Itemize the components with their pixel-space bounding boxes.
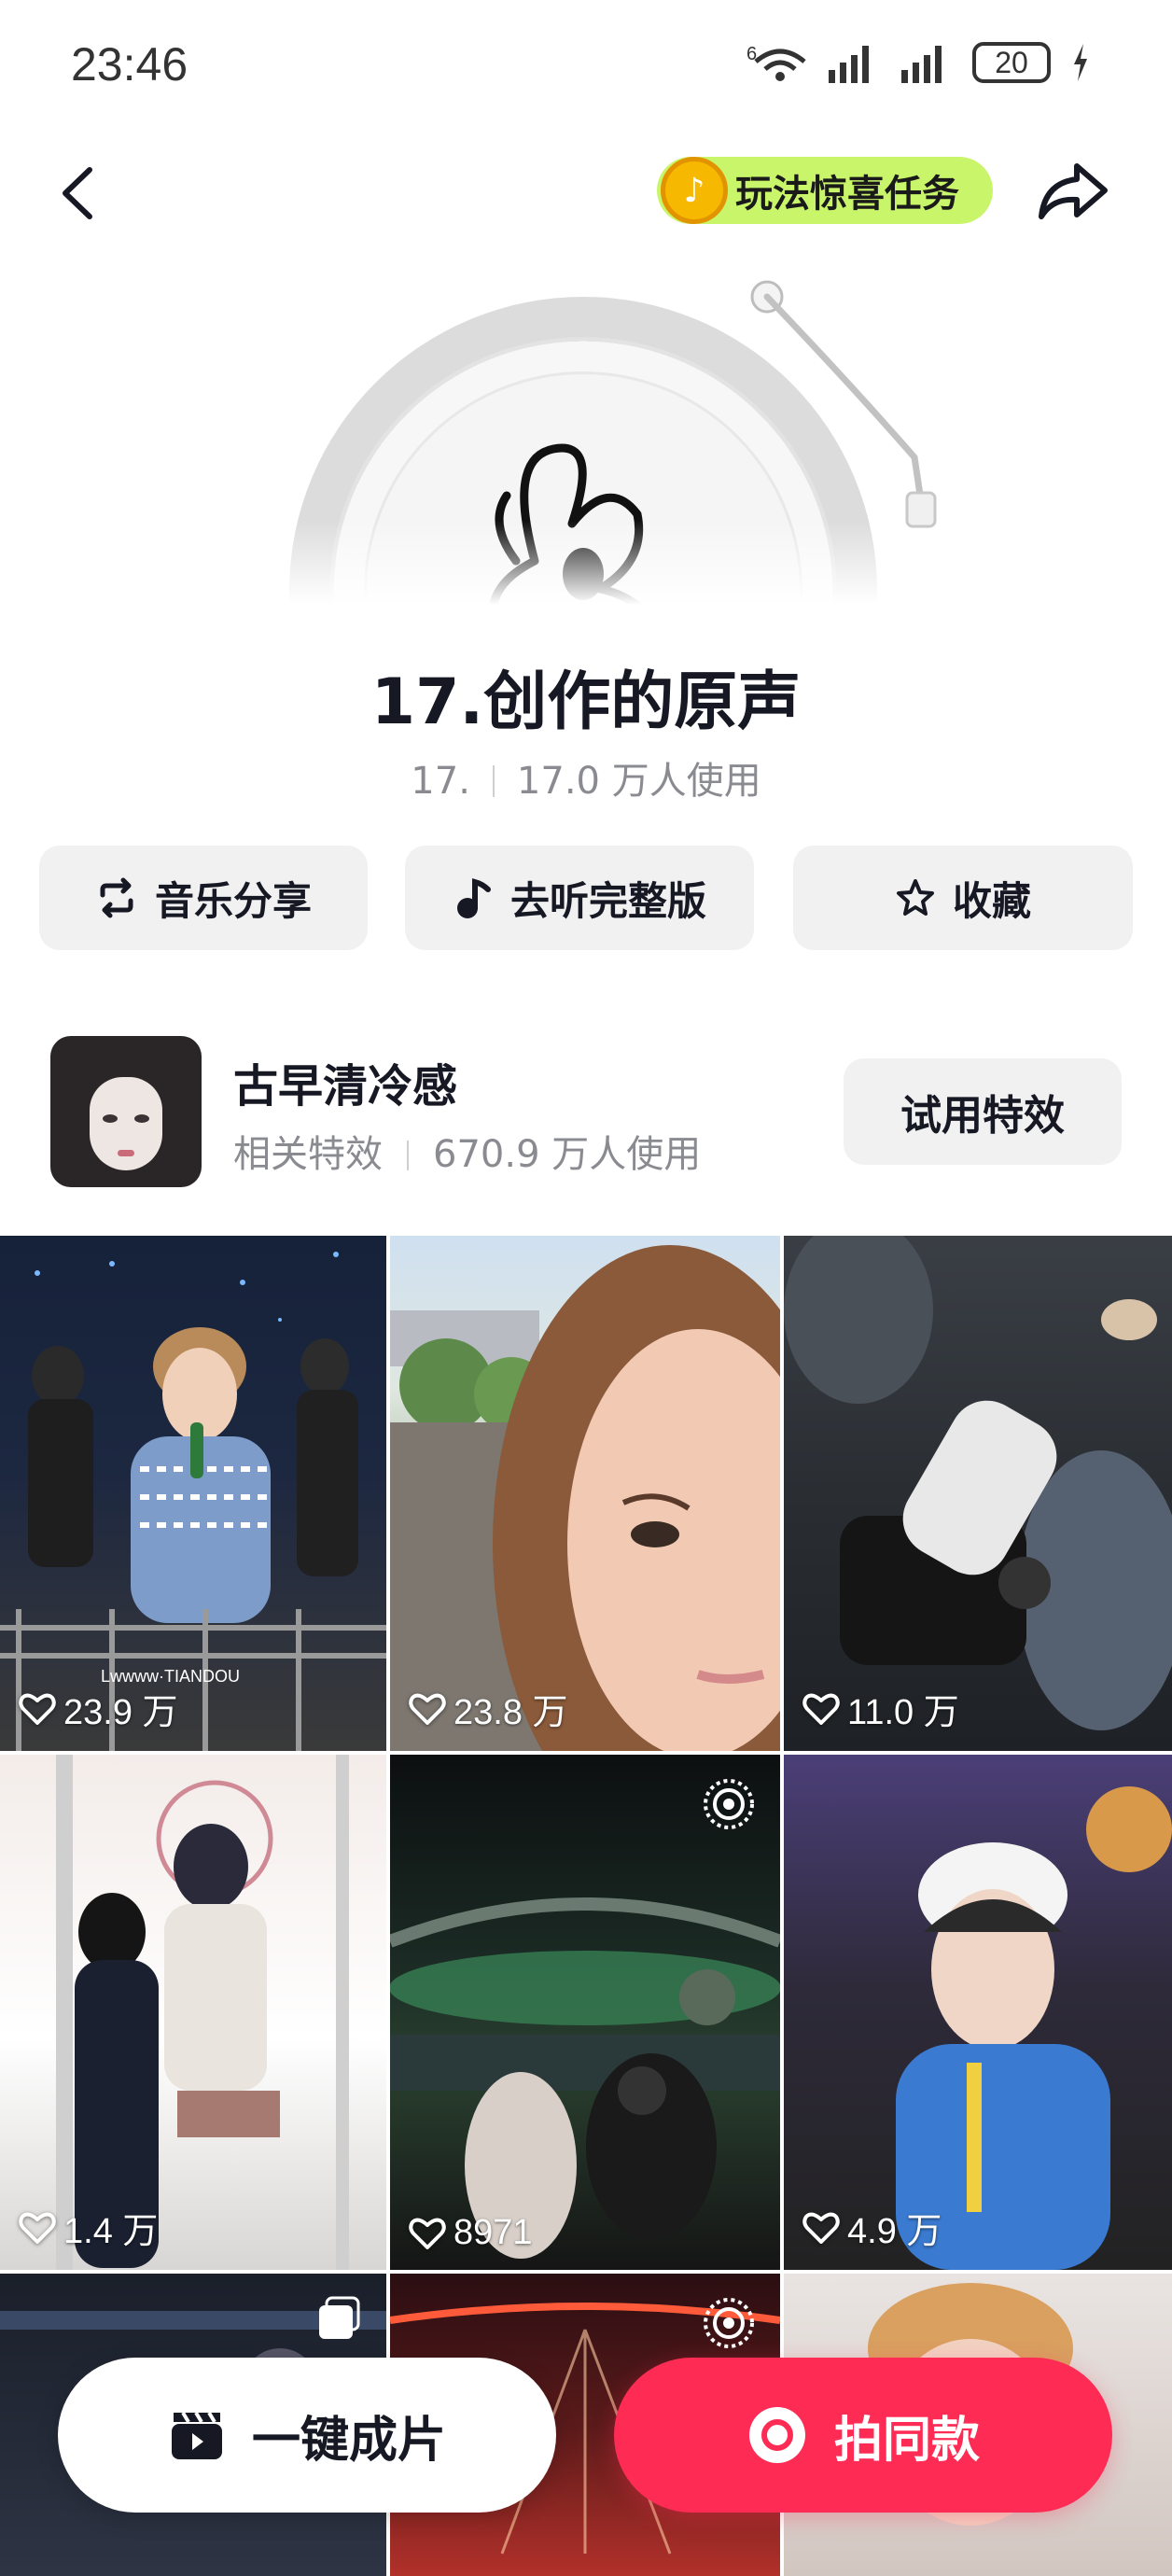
chevron-left-icon bbox=[63, 167, 92, 219]
status-icons: 6 20 bbox=[746, 41, 1090, 84]
heart-icon bbox=[802, 2212, 840, 2244]
signal-icon bbox=[829, 46, 869, 83]
video-thumbnail bbox=[896, 1786, 1172, 2270]
sound-meta: 17. 17.0 万人使用 bbox=[0, 750, 1172, 805]
shoot-same-button[interactable]: 拍同款 bbox=[614, 2358, 1112, 2513]
heart-icon bbox=[409, 1693, 446, 1725]
effect-name[interactable]: 古早清冷感 bbox=[233, 1049, 457, 1114]
battery-indicator: 20 bbox=[972, 42, 1051, 83]
like-count: 8971 bbox=[409, 2213, 533, 2253]
like-count: 4.9 万 bbox=[802, 2202, 942, 2253]
svg-text:6: 6 bbox=[746, 44, 757, 64]
sound-usage: 17.0 万人使用 bbox=[516, 760, 761, 803]
effect-usage: 670.9 万人使用 bbox=[433, 1133, 702, 1176]
music-share-label: 音乐分享 bbox=[154, 877, 312, 924]
listen-full-label: 去听完整版 bbox=[509, 877, 706, 924]
like-count: 23.8 万 bbox=[409, 1683, 568, 1734]
like-count: 23.9 万 bbox=[19, 1683, 178, 1734]
video-card[interactable]: Lwwww·TIANDOU 23.9 万 bbox=[0, 1236, 386, 1751]
charging-bolt-icon bbox=[1074, 44, 1087, 81]
heart-icon bbox=[19, 2212, 56, 2244]
live-photo-icon bbox=[704, 1779, 754, 1829]
video-thumbnail bbox=[390, 1245, 780, 1751]
video-card[interactable]: 1.4 万 bbox=[0, 1755, 386, 2270]
back-button[interactable] bbox=[49, 161, 114, 226]
music-share-button[interactable]: 音乐分享 bbox=[39, 846, 368, 950]
live-photo-icon bbox=[704, 2298, 754, 2348]
favorite-button[interactable]: 收藏 bbox=[793, 846, 1133, 950]
photo-album-icon bbox=[319, 2296, 360, 2339]
share-button[interactable] bbox=[1036, 159, 1110, 226]
camera-record-icon bbox=[748, 2407, 805, 2463]
repeat-share-icon bbox=[100, 877, 133, 918]
listen-full-button[interactable]: 去听完整版 bbox=[405, 846, 754, 950]
video-thumbnail bbox=[56, 1755, 349, 2270]
surprise-task-badge[interactable]: ♪ 玩法惊喜任务 bbox=[657, 157, 993, 224]
sound-title: 17.创作的原声 bbox=[370, 665, 802, 739]
video-thumbnail: Lwwww·TIANDOU bbox=[0, 1252, 386, 1751]
divider bbox=[492, 765, 495, 797]
video-thumbnail bbox=[784, 1236, 1172, 1730]
star-icon bbox=[896, 879, 934, 916]
heart-icon bbox=[802, 1693, 840, 1725]
favorite-label: 收藏 bbox=[952, 877, 1031, 924]
effect-thumbnail[interactable] bbox=[50, 1036, 202, 1187]
heart-icon bbox=[409, 2218, 446, 2249]
sound-author[interactable]: 17. bbox=[411, 760, 470, 803]
like-count: 1.4 万 bbox=[19, 2202, 158, 2253]
wifi-icon: 6 bbox=[746, 44, 806, 81]
effect-category: 相关特效 bbox=[233, 1133, 383, 1176]
tonearm-icon bbox=[750, 280, 937, 528]
video-card[interactable]: 11.0 万 bbox=[784, 1236, 1172, 1751]
video-card[interactable]: 8971 bbox=[390, 1755, 780, 2270]
music-note-icon bbox=[456, 878, 491, 918]
heart-icon bbox=[19, 1693, 56, 1725]
share-arrow-icon bbox=[1039, 163, 1108, 219]
video-card[interactable]: 23.8 万 bbox=[390, 1236, 780, 1751]
try-effect-button[interactable]: 试用特效 bbox=[844, 1058, 1122, 1165]
status-bar: 23:46 6 20 bbox=[0, 0, 1172, 131]
like-count: 11.0 万 bbox=[802, 1683, 959, 1734]
effect-meta: 相关特效 670.9 万人使用 bbox=[233, 1124, 701, 1178]
one-click-video-label: 一键成片 bbox=[251, 2412, 446, 2469]
clapperboard-icon bbox=[171, 2411, 222, 2459]
surprise-task-label: 玩法惊喜任务 bbox=[735, 173, 959, 216]
sound-actions: 音乐分享 去听完整版 收藏 bbox=[39, 846, 1133, 950]
music-note-icon: ♪ bbox=[661, 157, 728, 224]
divider bbox=[407, 1141, 409, 1170]
signal-icon-2 bbox=[901, 46, 942, 83]
one-click-video-button[interactable]: 一键成片 bbox=[58, 2358, 556, 2513]
shoot-same-label: 拍同款 bbox=[833, 2412, 980, 2469]
video-card[interactable]: 4.9 万 bbox=[784, 1755, 1172, 2270]
video-thumbnail bbox=[390, 1897, 780, 2259]
status-time: 23:46 bbox=[71, 38, 188, 91]
